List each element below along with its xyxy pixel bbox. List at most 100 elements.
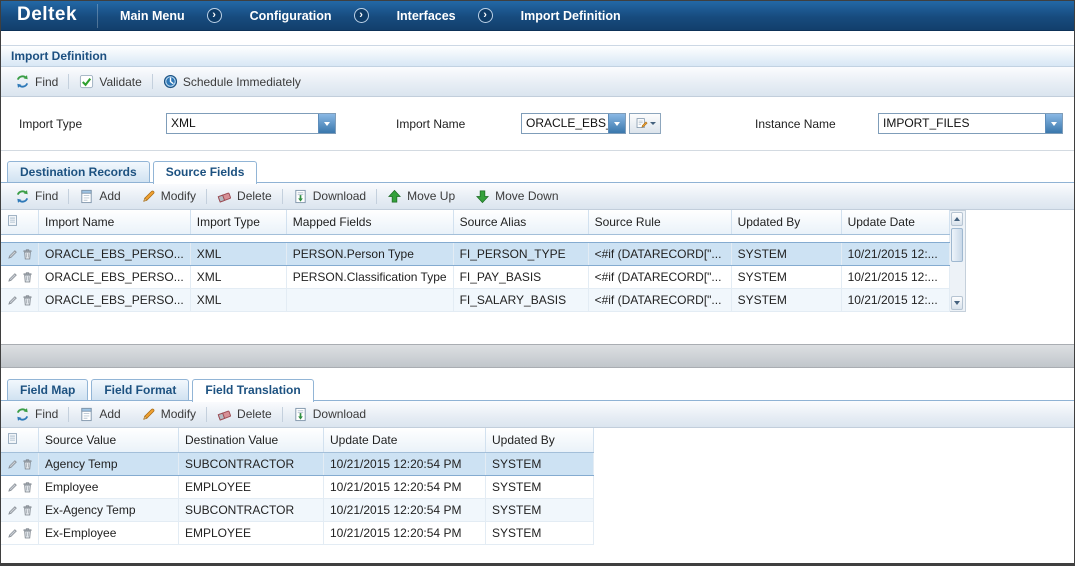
- edit-row-icon[interactable]: [6, 271, 19, 284]
- delete-button[interactable]: Delete: [207, 407, 282, 422]
- column-header-updated-by[interactable]: Updated By: [486, 428, 594, 453]
- column-header-import-name[interactable]: Import Name: [39, 210, 191, 235]
- scroll-up-icon[interactable]: [951, 212, 963, 226]
- chevron-right-icon[interactable]: ›: [354, 8, 369, 23]
- spacer: [1, 312, 1074, 344]
- import-type-value: XML: [167, 114, 318, 133]
- column-header-update-date[interactable]: Update Date: [841, 210, 949, 235]
- table-row[interactable]: ORACLE_EBS_PERSO... XML PERSON.Person Ty…: [1, 243, 949, 266]
- schedule-immediately-button[interactable]: Schedule Immediately: [153, 74, 311, 89]
- tab-source-fields[interactable]: Source Fields: [153, 161, 258, 184]
- add-label: Add: [99, 189, 120, 203]
- table-row[interactable]: Ex-Employee EMPLOYEE 10/21/2015 12:20:54…: [1, 522, 594, 545]
- dropdown-arrow-icon[interactable]: [608, 114, 625, 133]
- delete-row-icon[interactable]: [21, 248, 34, 261]
- delete-row-icon[interactable]: [21, 504, 34, 517]
- table-row[interactable]: ORACLE_EBS_PERSO... XML PERSON.Classific…: [1, 266, 949, 289]
- add-button[interactable]: Add: [69, 189, 130, 204]
- spacer: [1, 31, 1074, 45]
- dropdown-arrow-icon[interactable]: [1045, 114, 1062, 133]
- move-down-button[interactable]: Move Down: [465, 189, 568, 204]
- download-button[interactable]: Download: [283, 407, 376, 422]
- header-row: Source Value Destination Value Update Da…: [1, 428, 594, 453]
- column-header-source-value[interactable]: Source Value: [39, 428, 179, 453]
- delete-row-icon[interactable]: [21, 527, 34, 540]
- dropdown-arrow-icon[interactable]: [318, 114, 335, 133]
- vertical-scrollbar[interactable]: [950, 210, 966, 312]
- page-title-label: Import Definition: [11, 49, 107, 63]
- menu-interfaces[interactable]: Interfaces: [397, 9, 456, 23]
- cell-updated-by: SYSTEM: [731, 289, 841, 312]
- row-actions: [1, 266, 39, 289]
- find-button[interactable]: Find: [5, 74, 68, 89]
- validate-button[interactable]: Validate: [69, 74, 151, 89]
- column-header-mapped-fields[interactable]: Mapped Fields: [286, 210, 453, 235]
- cell-source-rule: <#if (DATARECORD["...: [588, 243, 731, 266]
- edit-row-icon[interactable]: [6, 458, 19, 471]
- arrow-up-icon: [387, 189, 402, 204]
- row-actions: [1, 243, 39, 266]
- table-row[interactable]: ORACLE_EBS_PERSO... XML FI_SALARY_BASIS …: [1, 289, 949, 312]
- menu-configuration[interactable]: Configuration: [250, 9, 332, 23]
- delete-row-icon[interactable]: [21, 271, 34, 284]
- column-header-update-date[interactable]: Update Date: [324, 428, 486, 453]
- find-button[interactable]: Find: [5, 189, 68, 204]
- tab-field-map[interactable]: Field Map: [7, 379, 88, 401]
- chevron-right-icon[interactable]: ›: [478, 8, 493, 23]
- chevron-right-icon[interactable]: ›: [207, 8, 222, 23]
- row-actions: [1, 453, 39, 476]
- field-detail-tabs: Field Map Field Format Field Translation: [1, 375, 1074, 401]
- add-icon: [79, 189, 94, 204]
- clipped-row: [1, 235, 949, 243]
- import-name-select[interactable]: ORACLE_EBS_PERSON2: [521, 113, 626, 134]
- select-rows-icon[interactable]: [6, 214, 19, 227]
- column-header-destination-value[interactable]: Destination Value: [179, 428, 324, 453]
- edit-row-icon[interactable]: [6, 248, 19, 261]
- clock-icon: [163, 74, 178, 89]
- tab-destination-records[interactable]: Destination Records: [7, 161, 150, 183]
- scroll-track[interactable]: [951, 262, 964, 296]
- import-type-select[interactable]: XML: [166, 113, 336, 134]
- table-row[interactable]: Employee EMPLOYEE 10/21/2015 12:20:54 PM…: [1, 476, 594, 499]
- source-fields-table: Import Name Import Type Mapped Fields So…: [1, 210, 950, 312]
- menu-main-menu[interactable]: Main Menu: [120, 9, 185, 23]
- column-header-import-type[interactable]: Import Type: [190, 210, 286, 235]
- cell-import-name: ORACLE_EBS_PERSO...: [39, 243, 191, 266]
- modify-button[interactable]: Modify: [131, 407, 206, 422]
- edit-row-icon[interactable]: [6, 481, 19, 494]
- tab-field-translation[interactable]: Field Translation: [192, 379, 313, 402]
- table-row[interactable]: Agency Temp SUBCONTRACTOR 10/21/2015 12:…: [1, 453, 594, 476]
- download-button[interactable]: Download: [283, 189, 376, 204]
- validate-label: Validate: [99, 75, 141, 89]
- delete-row-icon[interactable]: [21, 458, 34, 471]
- import-name-lookup-button[interactable]: [629, 113, 661, 134]
- cell-update-date: 10/21/2015 12:20:54 PM: [324, 499, 486, 522]
- instance-name-select[interactable]: IMPORT_FILES: [878, 113, 1063, 134]
- column-header-source-rule[interactable]: Source Rule: [588, 210, 731, 235]
- select-rows-icon[interactable]: [6, 432, 19, 445]
- edit-row-icon[interactable]: [6, 527, 19, 540]
- modify-button[interactable]: Modify: [131, 189, 206, 204]
- edit-row-icon[interactable]: [6, 294, 19, 307]
- panel-splitter[interactable]: [1, 344, 1074, 368]
- tab-field-format[interactable]: Field Format: [91, 379, 189, 401]
- cell-destination-value: EMPLOYEE: [179, 522, 324, 545]
- edit-row-icon[interactable]: [6, 504, 19, 517]
- cell-destination-value: SUBCONTRACTOR: [179, 453, 324, 476]
- delete-button[interactable]: Delete: [207, 189, 282, 204]
- field-translation-toolbar: Find Add Modify Delete Download: [1, 401, 1074, 428]
- menu-import-definition[interactable]: Import Definition: [521, 9, 621, 23]
- column-header-source-alias[interactable]: Source Alias: [453, 210, 588, 235]
- scroll-thumb[interactable]: [951, 228, 963, 262]
- add-button[interactable]: Add: [69, 407, 130, 422]
- cell-update-date: 10/21/2015 12:20:54 PM: [324, 522, 486, 545]
- scroll-down-icon[interactable]: [951, 296, 963, 310]
- find-button[interactable]: Find: [5, 407, 68, 422]
- cell-source-value: Ex-Employee: [39, 522, 179, 545]
- table-row[interactable]: Ex-Agency Temp SUBCONTRACTOR 10/21/2015 …: [1, 499, 594, 522]
- column-header-updated-by[interactable]: Updated By: [731, 210, 841, 235]
- download-label: Download: [313, 407, 366, 421]
- move-up-button[interactable]: Move Up: [377, 189, 465, 204]
- delete-row-icon[interactable]: [21, 481, 34, 494]
- delete-row-icon[interactable]: [21, 294, 34, 307]
